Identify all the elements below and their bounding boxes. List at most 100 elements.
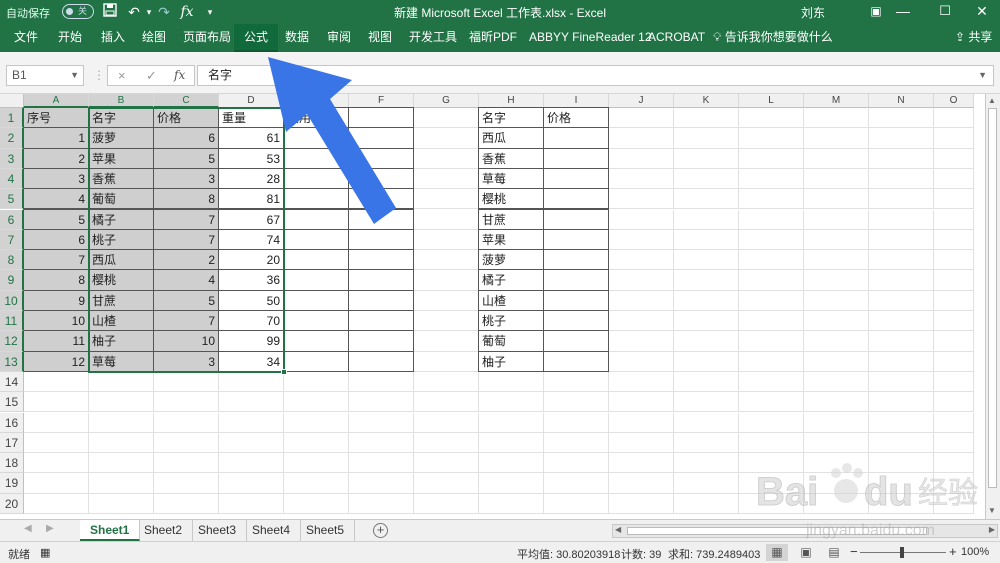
table-cell[interactable]: 7	[153, 310, 219, 332]
table-cell[interactable]: 1	[23, 127, 89, 149]
grid-cell[interactable]	[414, 473, 479, 494]
grid-cell[interactable]	[804, 311, 869, 332]
grid-cell[interactable]	[739, 331, 804, 352]
grid-cell[interactable]	[609, 371, 674, 393]
grid-cell[interactable]	[154, 371, 219, 393]
table-cell[interactable]: 11	[23, 330, 89, 352]
insert-function-icon[interactable]: fx	[174, 68, 185, 82]
grid-cell[interactable]	[414, 108, 479, 129]
grid-cell[interactable]	[154, 493, 219, 514]
table-cell[interactable]: 甘蔗	[88, 289, 154, 311]
table-cell[interactable]: 桃子	[88, 228, 154, 251]
grid-cell[interactable]	[674, 128, 739, 149]
table-cell[interactable]	[283, 167, 349, 190]
table-cell[interactable]	[283, 249, 349, 271]
table-cell[interactable]	[543, 269, 609, 291]
row-header-10[interactable]: 10	[0, 290, 24, 311]
table-cell[interactable]: 西瓜	[478, 127, 544, 149]
grid-cell[interactable]	[609, 412, 674, 433]
grid-cell[interactable]	[24, 432, 89, 454]
tab-abbyy[interactable]: ABBYY FineReader 12	[523, 24, 658, 52]
minimize-icon[interactable]: —	[883, 0, 923, 24]
grid-cell[interactable]	[869, 351, 934, 372]
name-box[interactable]: B1 ▼	[6, 65, 84, 86]
table-cell[interactable]: 3	[153, 167, 219, 190]
close-icon[interactable]: ✕	[962, 0, 1000, 24]
grid-cell[interactable]	[89, 453, 154, 474]
grid-cell[interactable]	[479, 432, 544, 454]
grid-cell[interactable]	[609, 168, 674, 190]
tab-insert[interactable]: 插入	[95, 24, 131, 52]
table-cell[interactable]	[283, 188, 349, 210]
table-cell[interactable]: 81	[218, 188, 284, 210]
table-cell[interactable]: 甘蔗	[478, 208, 544, 230]
row-header-5[interactable]: 5	[0, 189, 24, 210]
table-cell[interactable]: 50	[218, 289, 284, 311]
row-header-9[interactable]: 9	[0, 270, 24, 291]
row-header-7[interactable]: 7	[0, 229, 24, 251]
grid-cell[interactable]	[934, 270, 974, 291]
table-cell[interactable]	[348, 188, 414, 210]
grid-cell[interactable]	[674, 392, 739, 413]
grid-cell[interactable]	[674, 229, 739, 251]
table-cell[interactable]: 序号	[23, 107, 89, 129]
grid-cell[interactable]	[804, 108, 869, 129]
row-header-8[interactable]: 8	[0, 250, 24, 271]
grid-cell[interactable]	[609, 493, 674, 514]
page-layout-view-icon[interactable]: ▣	[795, 544, 817, 561]
grid-cell[interactable]	[804, 432, 869, 454]
zoom-level[interactable]: 100%	[961, 546, 989, 558]
grid-cell[interactable]	[739, 189, 804, 210]
select-all-corner[interactable]	[0, 94, 24, 108]
grid-cell[interactable]	[869, 250, 934, 271]
row-header-18[interactable]: 18	[0, 453, 24, 474]
grid-cell[interactable]	[804, 270, 869, 291]
grid-cell[interactable]	[934, 392, 974, 413]
add-sheet-button[interactable]: +	[373, 523, 388, 538]
grid-cell[interactable]	[609, 290, 674, 311]
table-cell[interactable]: 价格	[543, 107, 609, 129]
table-cell[interactable]: 草莓	[478, 167, 544, 190]
table-cell[interactable]: 3	[153, 350, 219, 372]
grid-cell[interactable]	[739, 392, 804, 413]
redo-icon[interactable]: ↷	[155, 2, 173, 22]
grid-cell[interactable]	[414, 493, 479, 514]
grid-cell[interactable]	[284, 432, 349, 454]
tab-acrobat[interactable]: ACROBAT	[642, 24, 711, 52]
grid-cell[interactable]	[479, 392, 544, 413]
grid-cell[interactable]	[544, 371, 609, 393]
table-cell[interactable]: 9	[23, 289, 89, 311]
column-header-m[interactable]: M	[804, 94, 869, 108]
table-cell[interactable]	[348, 249, 414, 271]
table-cell[interactable]: 费用	[283, 107, 349, 129]
normal-view-icon[interactable]: ▦	[766, 544, 788, 561]
grid-cell[interactable]	[739, 250, 804, 271]
grid-cell[interactable]	[544, 392, 609, 413]
table-cell[interactable]: 名字	[478, 107, 544, 129]
grid-cell[interactable]	[609, 209, 674, 230]
chevron-down-icon[interactable]: ▼	[70, 66, 79, 85]
grid-cell[interactable]	[154, 432, 219, 454]
grid-cell[interactable]	[869, 148, 934, 169]
table-cell[interactable]: 61	[218, 127, 284, 149]
zoom-out-button[interactable]: −	[850, 544, 858, 559]
maximize-icon[interactable]: ☐	[925, 0, 965, 24]
grid-cell[interactable]	[284, 371, 349, 393]
zoom-in-button[interactable]: +	[949, 544, 957, 559]
macro-record-icon[interactable]: ▦	[40, 546, 50, 559]
grid-cell[interactable]	[89, 432, 154, 454]
table-cell[interactable]	[348, 208, 414, 230]
row-header-19[interactable]: 19	[0, 473, 24, 494]
grid-cell[interactable]	[544, 432, 609, 454]
grid-cell[interactable]	[739, 209, 804, 230]
grid-cell[interactable]	[414, 209, 479, 230]
tell-me-box[interactable]: 💡︎ 告诉我你想要做什么	[713, 24, 833, 51]
table-cell[interactable]	[348, 289, 414, 311]
grid-cell[interactable]	[869, 371, 934, 393]
scroll-tabs-right-icon[interactable]: ▶	[46, 523, 54, 534]
grid-cell[interactable]	[414, 453, 479, 474]
grid-cell[interactable]	[609, 189, 674, 210]
grid-cell[interactable]	[674, 209, 739, 230]
grid-cell[interactable]	[934, 311, 974, 332]
grid-cell[interactable]	[414, 432, 479, 454]
